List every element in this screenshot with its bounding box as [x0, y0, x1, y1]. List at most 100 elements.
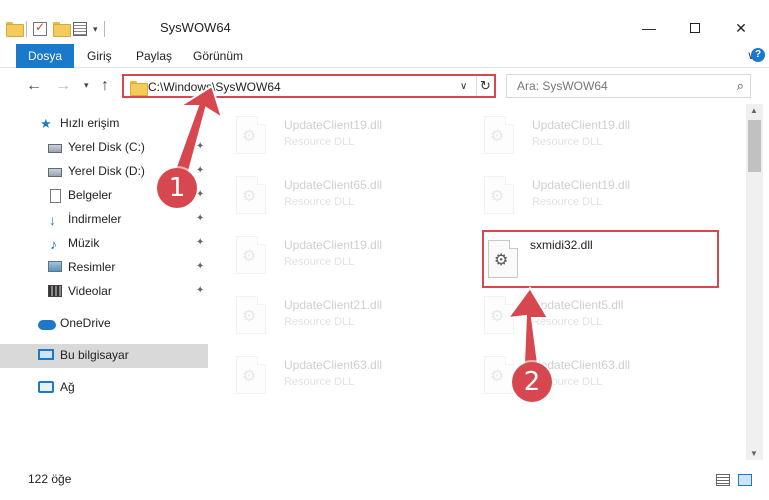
scroll-thumb[interactable] — [748, 120, 761, 172]
sidebar-item-label: Hızlı erişim — [60, 116, 120, 130]
file-type: Resource DLL — [532, 136, 603, 148]
file-item[interactable]: ⚙ UpdateClient63.dll Resource DLL — [472, 350, 702, 402]
folder-icon — [130, 81, 148, 96]
file-item[interactable]: ⚙ UpdateClient65.dll Resource DLL — [224, 170, 454, 222]
file-item[interactable]: ⚙ UpdateClient19.dll Resource DLL — [224, 110, 454, 162]
file-item[interactable]: ⚙ UpdateClient19.dll Resource DLL — [472, 170, 702, 222]
file-name: UpdateClient63.dll — [284, 358, 383, 372]
file-name: UpdateClient21.dll — [284, 298, 383, 312]
search-placeholder: Ara: SysWOW64 — [517, 79, 608, 93]
back-button[interactable]: ← — [26, 77, 42, 95]
item-count: 122 öğe — [28, 472, 72, 486]
dll-file-icon: ⚙ — [484, 116, 514, 154]
maximize-button[interactable] — [672, 14, 718, 42]
address-bar[interactable]: C:\Windows\SysWOW64 ∨ ↻ — [122, 74, 496, 98]
folder-icon[interactable] — [6, 22, 24, 37]
file-item[interactable]: ⚙ UpdateClient21.dll Resource DLL — [224, 290, 454, 342]
sidebar-item-label: Resimler — [68, 260, 116, 274]
pin-icon[interactable]: ✦ — [196, 261, 204, 272]
search-input[interactable]: Ara: SysWOW64 ⌕ — [506, 74, 751, 98]
refresh-button[interactable]: ↻ — [476, 76, 494, 96]
computer-icon — [38, 349, 54, 360]
file-item[interactable]: ⚙ UpdateClient63.dll Resource DLL — [224, 350, 454, 402]
address-dropdown-icon[interactable]: ∨ — [460, 81, 467, 92]
sidebar-item-label: Ağ — [60, 380, 75, 394]
sidebar-item-label: Bu bilgisayar — [60, 348, 129, 362]
gear-icon: ⚙ — [494, 252, 509, 269]
window-title: SysWOW64 — [160, 20, 231, 35]
file-item[interactable]: ⚙ UpdateClient19.dll Resource DLL — [224, 230, 454, 282]
dll-file-icon: ⚙ — [236, 176, 266, 214]
gear-icon: ⚙ — [490, 368, 505, 385]
scroll-up-icon[interactable]: ▲ — [750, 106, 758, 115]
up-button[interactable]: ↑ — [101, 77, 109, 95]
file-item[interactable]: ⚙ UpdateClient5.dll Resource DLL — [472, 290, 702, 342]
pin-icon[interactable]: ✦ — [196, 141, 204, 152]
gear-icon: ⚙ — [242, 368, 257, 385]
drive-icon — [48, 168, 62, 177]
properties-check-icon[interactable] — [33, 20, 47, 36]
sidebar-item-label: Müzik — [68, 236, 100, 250]
file-item-sxmidi32[interactable]: ⚙ sxmidi32.dll — [482, 230, 719, 288]
sidebar-item-this-pc[interactable]: Bu bilgisayar — [0, 344, 208, 368]
file-name: sxmidi32.dll — [530, 238, 593, 252]
new-folder-icon[interactable] — [53, 22, 71, 37]
forward-button[interactable]: → — [55, 77, 71, 95]
file-item[interactable]: ⚙ UpdateClient19.dll Resource DLL — [472, 110, 702, 162]
search-icon[interactable]: ⌕ — [737, 78, 744, 94]
sidebar-item-label: Yerel Disk (C:) — [68, 140, 145, 154]
pin-icon[interactable]: ✦ — [196, 213, 204, 224]
pin-icon[interactable]: ✦ — [196, 189, 204, 200]
sidebar-item-quick-access[interactable]: ★ Hızlı erişim — [0, 112, 208, 136]
drive-icon — [48, 144, 62, 153]
sidebar-item-downloads[interactable]: ↓ İndirmeler ✦ — [0, 208, 208, 232]
minimize-button[interactable]: — — [626, 14, 672, 42]
dll-file-icon: ⚙ — [484, 296, 514, 334]
sidebar-item-videos[interactable]: Videolar ✦ — [0, 280, 208, 304]
sidebar-item-label: OneDrive — [60, 316, 111, 330]
sidebar-item-label: Belgeler — [68, 188, 113, 202]
gear-icon: ⚙ — [242, 128, 257, 145]
gear-icon: ⚙ — [242, 248, 257, 265]
gear-icon: ⚙ — [242, 308, 257, 325]
sidebar-item-onedrive[interactable]: OneDrive — [0, 312, 208, 336]
dll-file-icon: ⚙ — [488, 240, 518, 278]
step-badge-2: 2 — [512, 362, 552, 402]
pin-icon[interactable]: ✦ — [196, 285, 204, 296]
pin-icon[interactable]: ✦ — [196, 237, 204, 248]
vertical-scrollbar[interactable]: ▲ ▼ — [746, 104, 763, 460]
scroll-down-icon[interactable]: ▼ — [750, 449, 758, 458]
file-name: UpdateClient19.dll — [532, 118, 631, 132]
star-icon: ★ — [40, 116, 52, 131]
customize-toolbar-dropdown[interactable]: ▾ — [93, 24, 98, 35]
sidebar-item-network[interactable]: Ağ — [0, 376, 208, 400]
dll-file-icon: ⚙ — [236, 296, 266, 334]
music-icon: ♪ — [50, 236, 57, 252]
details-view-icon[interactable] — [716, 474, 730, 486]
download-icon: ↓ — [49, 212, 56, 228]
address-path[interactable]: C:\Windows\SysWOW64 — [148, 80, 281, 94]
title-bar: ▾ SysWOW64 — ✕ — [0, 0, 769, 44]
tab-gorunum[interactable]: Görünüm — [193, 44, 243, 68]
tab-dosya[interactable]: Dosya — [16, 44, 75, 68]
dll-file-icon: ⚙ — [236, 356, 266, 394]
tab-giris[interactable]: Giriş — [87, 44, 112, 68]
dll-file-icon: ⚙ — [484, 356, 514, 394]
gear-icon: ⚙ — [490, 308, 505, 325]
close-button[interactable]: ✕ — [718, 14, 764, 42]
file-type: Resource DLL — [532, 196, 603, 208]
sidebar-item-music[interactable]: ♪ Müzik ✦ — [0, 232, 208, 256]
tab-paylas[interactable]: Paylaş — [136, 44, 172, 68]
help-icon[interactable]: ? — [751, 48, 765, 62]
navigation-pane: ★ Hızlı erişim Yerel Disk (C:) ✦ Yerel D… — [0, 108, 210, 460]
properties-icon[interactable] — [73, 22, 87, 36]
sidebar-item-pictures[interactable]: Resimler ✦ — [0, 256, 208, 280]
file-list: ⚙ UpdateClient19.dll Resource DLL ⚙ Upda… — [212, 104, 745, 460]
large-icons-view-icon[interactable] — [738, 474, 752, 486]
pin-icon[interactable]: ✦ — [196, 165, 204, 176]
gear-icon: ⚙ — [490, 188, 505, 205]
sidebar-item-local-disk-c[interactable]: Yerel Disk (C:) ✦ — [0, 136, 208, 160]
recent-locations-dropdown[interactable]: ▾ — [84, 80, 89, 91]
file-type: Resource DLL — [532, 316, 603, 328]
dll-file-icon: ⚙ — [484, 176, 514, 214]
